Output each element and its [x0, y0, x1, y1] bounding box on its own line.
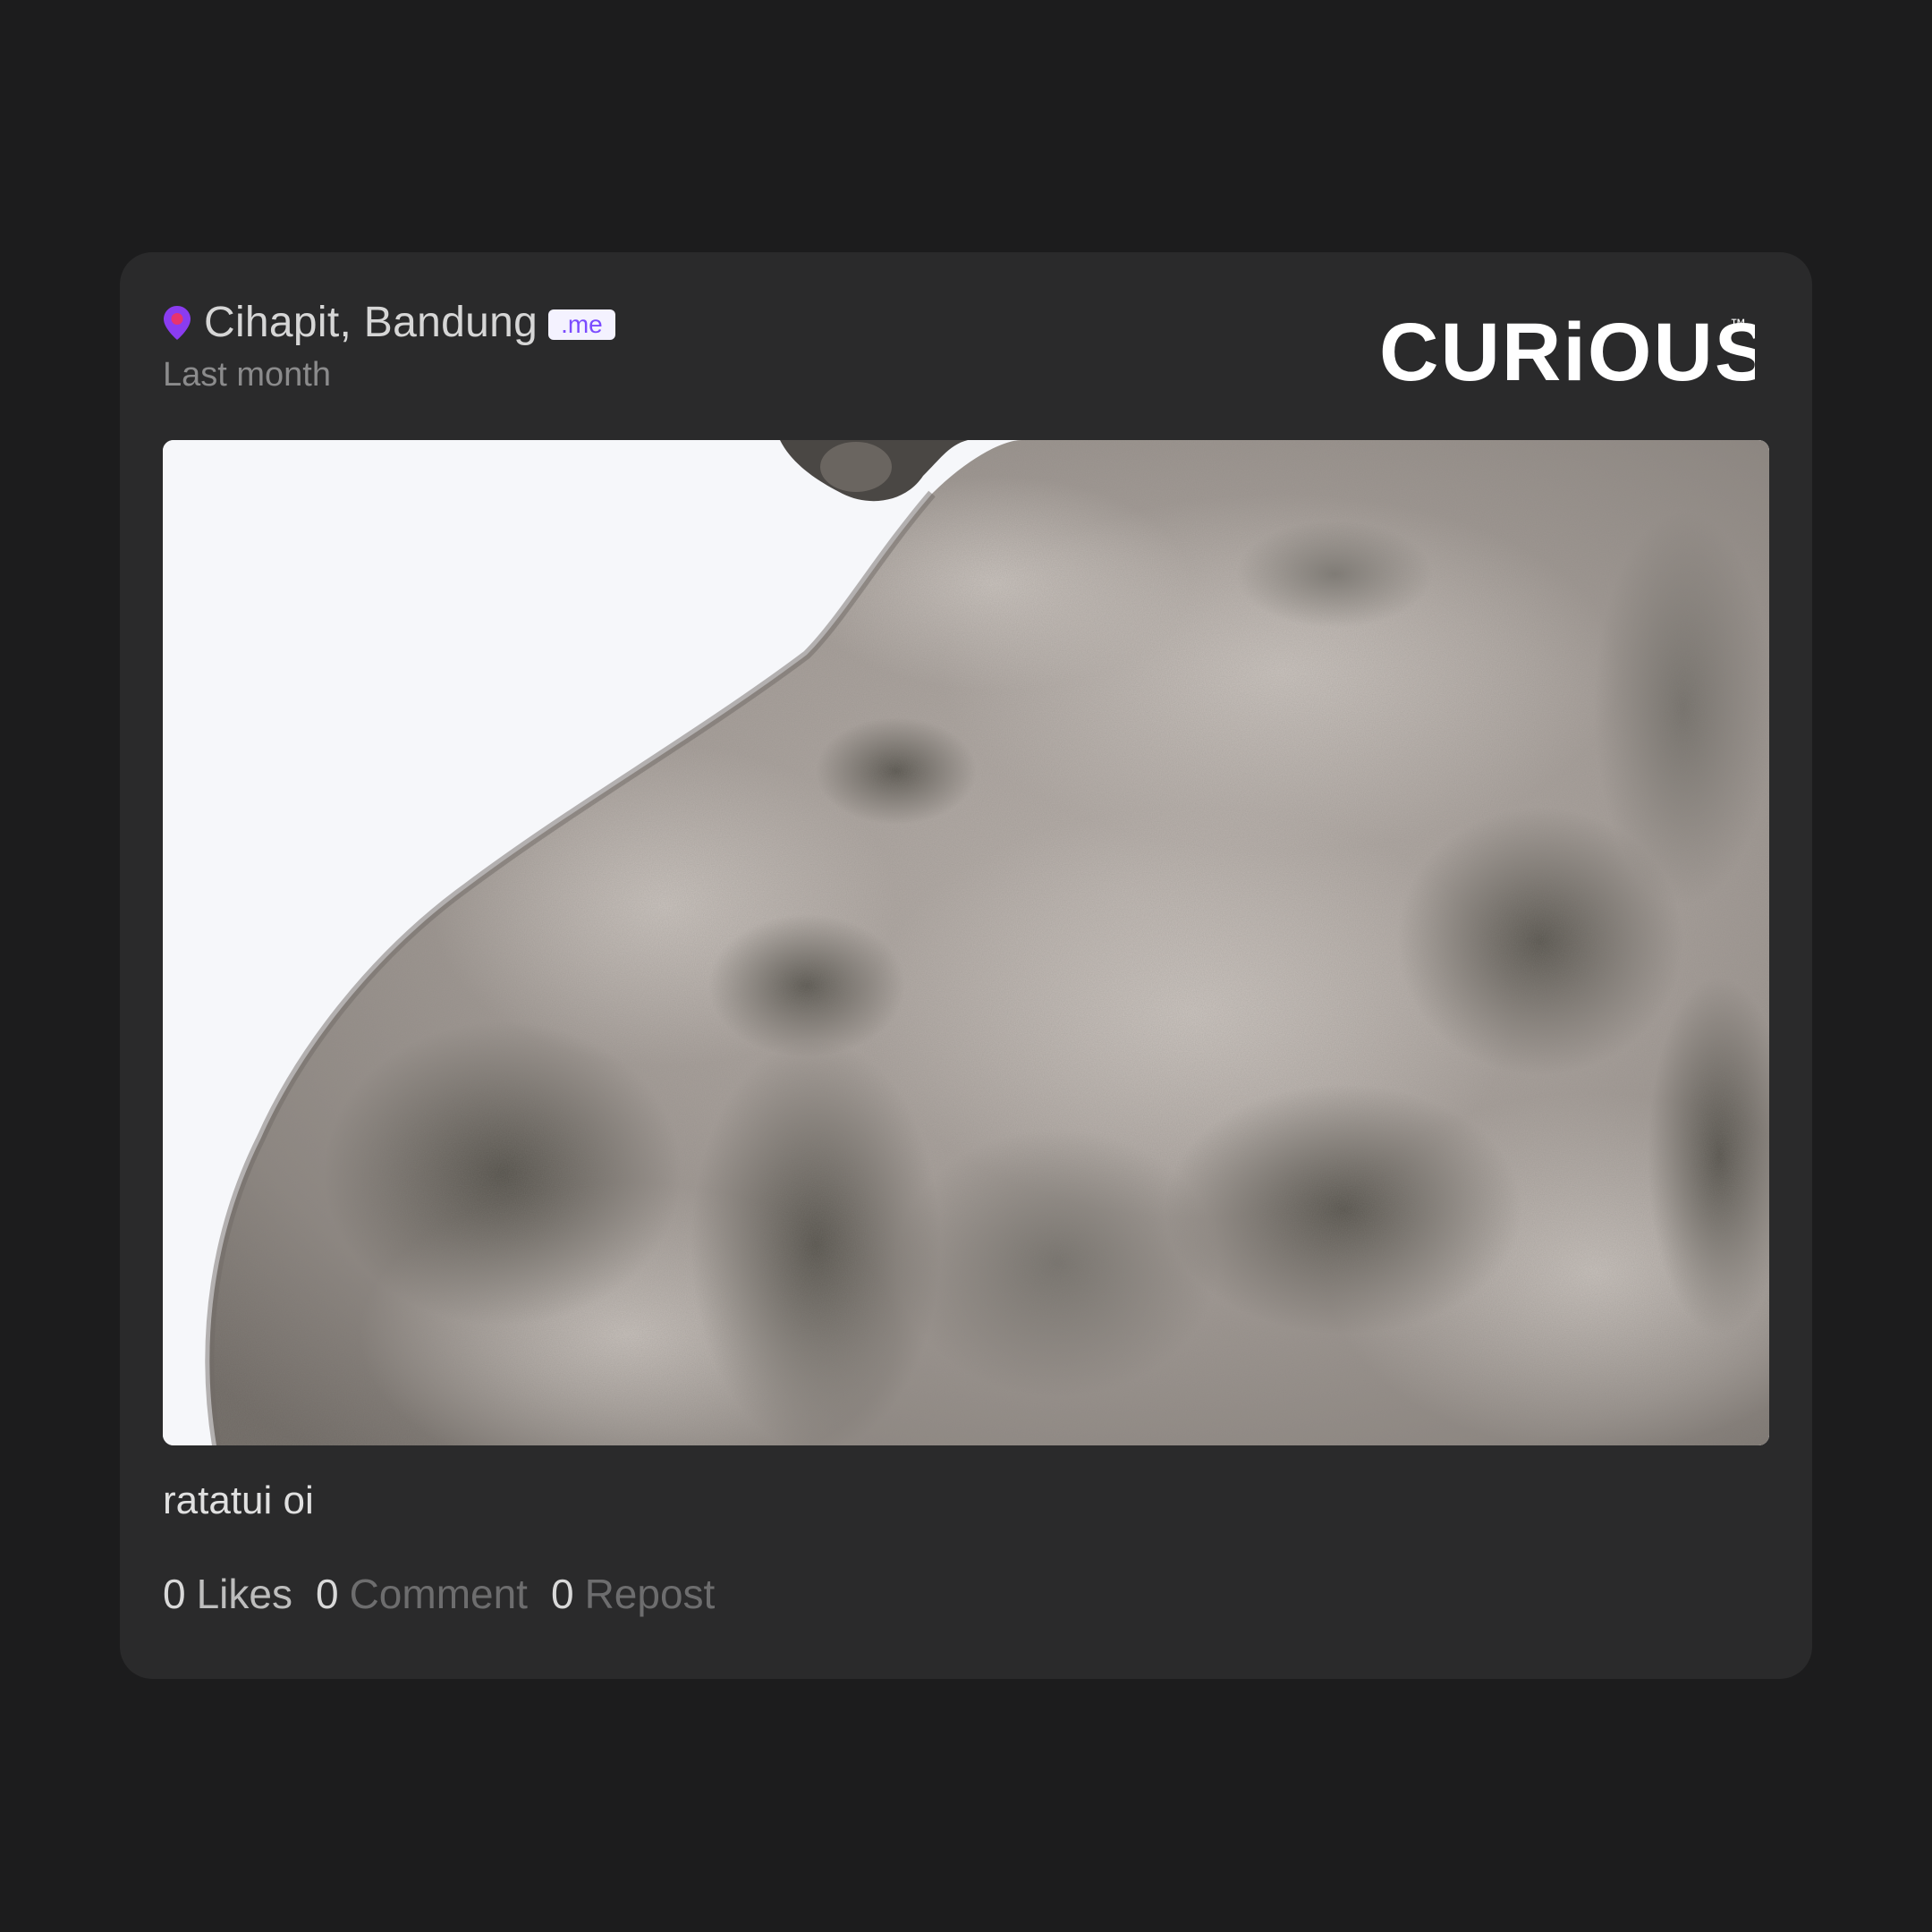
comment-label: Comment: [349, 1571, 528, 1617]
repost-count: 0: [550, 1571, 574, 1617]
brand-trademark: ™: [1730, 316, 1746, 334]
brand-logo: CURiOUS ™: [1379, 301, 1769, 418]
post-timestamp: Last month: [163, 356, 331, 394]
comment-count: 0: [315, 1571, 339, 1617]
statue-photo: [163, 440, 1769, 1445]
likes-count: 0: [163, 1571, 186, 1617]
post-stats: 0 Likes 0 Comment 0 Repost: [163, 1567, 738, 1621]
repost-label: Repost: [584, 1571, 716, 1617]
repost-stat[interactable]: 0 Repost: [551, 1567, 715, 1621]
post-header: Cihapit, Bandung .me Last month CURiOUS …: [163, 295, 1769, 398]
location-label[interactable]: Cihapit, Bandung: [204, 295, 538, 351]
post-card: Cihapit, Bandung .me Last month CURiOUS …: [120, 252, 1812, 1679]
comment-stat[interactable]: 0 Comment: [316, 1567, 528, 1621]
post-caption: ratatui oi: [163, 1479, 314, 1522]
likes-stat[interactable]: 0 Likes: [163, 1567, 292, 1621]
location-row: Cihapit, Bandung .me: [163, 295, 615, 351]
likes-label: Likes: [196, 1571, 292, 1617]
post-photo[interactable]: [163, 440, 1769, 1445]
me-badge: .me: [548, 309, 615, 340]
brand-logo-text: CURiOUS: [1379, 307, 1755, 398]
map-pin-icon: [163, 305, 191, 341]
